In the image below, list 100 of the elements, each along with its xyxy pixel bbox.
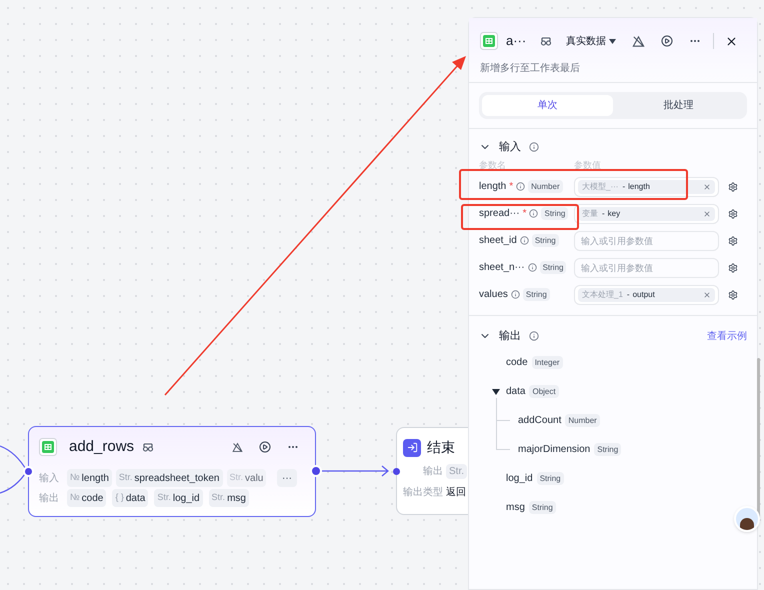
required-mark: * [509, 180, 514, 194]
panel-title: a··· [506, 32, 526, 50]
parameter-name: values [479, 288, 508, 302]
output-field-name: code [506, 356, 528, 370]
parameter-name: sheet_n··· [479, 261, 525, 275]
info-icon[interactable] [529, 209, 538, 218]
play-icon[interactable] [661, 35, 674, 47]
workflow-node[interactable]: 结束 输出 Str. 输出类型 返回 [396, 427, 468, 515]
row-value: 返回 [446, 486, 466, 500]
caret-down-icon[interactable] [492, 388, 500, 394]
output-field-name: data [506, 385, 526, 399]
panel-subtitle: 新增多行至工作表最后 [480, 62, 581, 76]
output-field-name: log_id [506, 472, 533, 486]
type-tag: Integer [532, 356, 563, 369]
clear-icon[interactable] [703, 210, 711, 218]
parameter-field[interactable]: 大模型_··· - length [574, 176, 719, 196]
info-icon[interactable] [528, 263, 537, 272]
variable-tag: Str. valu [226, 469, 266, 487]
glasses-icon[interactable] [540, 35, 552, 47]
variable-tag: { } data [112, 489, 148, 507]
node-title: 结束 [427, 438, 455, 457]
clear-icon[interactable] [703, 182, 711, 190]
variable-tag: № length [67, 469, 112, 487]
tab[interactable]: 单次 [482, 95, 613, 116]
type-tag: String [540, 261, 566, 274]
type-tag: String [594, 443, 622, 456]
reference-source: 变量 [582, 208, 598, 220]
slashed-triangle-icon[interactable] [232, 442, 243, 452]
variable-tag: Str. spreadsheet_token [116, 469, 222, 487]
reference-variable: length [628, 180, 650, 192]
close-icon[interactable] [725, 34, 738, 48]
settings-icon[interactable] [728, 290, 738, 300]
parameter-name: spread··· [479, 207, 520, 221]
reference-separator: - [626, 288, 630, 300]
row-value: Str. [446, 464, 468, 478]
variable-tag: Str. log_id [154, 489, 203, 507]
spreadsheet-icon [39, 438, 57, 456]
row-label: 输出类型 [403, 486, 443, 500]
type-tag: String [522, 288, 550, 301]
row-label: 输出 [422, 464, 443, 478]
settings-icon[interactable] [728, 262, 738, 272]
parameter-name: length [479, 180, 506, 194]
reference-source: 文本处理_1 [582, 288, 623, 300]
reference-variable: key [608, 208, 620, 220]
output-field-name: msg [506, 501, 525, 515]
parameter-field[interactable]: 输入或引用参数值 [574, 258, 719, 278]
reference-separator: - [622, 180, 626, 192]
section-title: 输入 [499, 140, 521, 155]
info-icon[interactable] [510, 290, 520, 299]
input-port[interactable] [393, 468, 400, 475]
more-button[interactable]: ··· [277, 469, 297, 487]
assistant-avatar[interactable] [734, 506, 760, 532]
info-icon[interactable] [529, 142, 539, 152]
variable-tag: № code [67, 489, 106, 507]
tab[interactable]: 批处理 [613, 95, 744, 116]
parameter-field[interactable]: 文本处理_1 - output [574, 284, 719, 304]
settings-icon[interactable] [728, 236, 738, 246]
caret-down-icon [609, 38, 616, 44]
exit-icon [403, 438, 421, 456]
column-header: 参数名 [479, 159, 507, 172]
data-mode-dropdown[interactable]: 真实数据 [566, 34, 616, 48]
output-field-name: majorDimension [518, 443, 590, 457]
row-label: 输出 [39, 492, 60, 506]
parameter-field[interactable]: 输入或引用参数值 [574, 230, 719, 250]
output-field-name: addCount [518, 414, 562, 428]
variable-tag: Str. msg [208, 489, 249, 507]
node-title: add_rows [69, 436, 134, 457]
play-icon[interactable] [259, 441, 271, 453]
type-tag: Object [529, 385, 559, 398]
type-tag: String [541, 207, 568, 220]
required-mark: * [522, 207, 526, 221]
output-port[interactable] [310, 465, 322, 477]
spreadsheet-icon [480, 32, 498, 50]
settings-icon[interactable] [728, 208, 738, 218]
type-tag: String [536, 472, 564, 485]
parameter-field[interactable]: 变量 - key [574, 204, 719, 224]
type-tag: Number [528, 180, 563, 193]
type-tag: String [528, 501, 556, 514]
workflow-node[interactable]: add_rows 输入 № length Str. spreadsheet_token Str. valu ··· 输出 № code { } data Str. log_id Str. msg [28, 426, 316, 517]
info-icon[interactable] [516, 182, 526, 191]
connector [320, 465, 389, 477]
parameter-name: sheet_id [479, 234, 517, 248]
settings-icon[interactable] [728, 182, 738, 192]
scrollbar[interactable] [757, 358, 760, 518]
reference-source: 大模型_··· [582, 180, 618, 192]
input-port[interactable] [23, 466, 34, 477]
info-icon[interactable] [520, 236, 529, 245]
reference-separator: - [602, 208, 605, 220]
connector [0, 445, 28, 494]
glasses-icon[interactable] [142, 441, 154, 453]
type-tag: String [532, 234, 559, 247]
view-example-link[interactable]: 查看示例 [707, 328, 747, 344]
slashed-triangle-icon[interactable] [632, 34, 646, 48]
type-tag: Number [565, 414, 600, 427]
clear-icon[interactable] [703, 290, 711, 298]
column-header: 参数值 [574, 159, 601, 172]
row-label: 输入 [39, 472, 60, 486]
info-icon[interactable] [529, 331, 539, 341]
section-title: 输出 [499, 328, 521, 344]
reference-variable: output [632, 288, 655, 300]
